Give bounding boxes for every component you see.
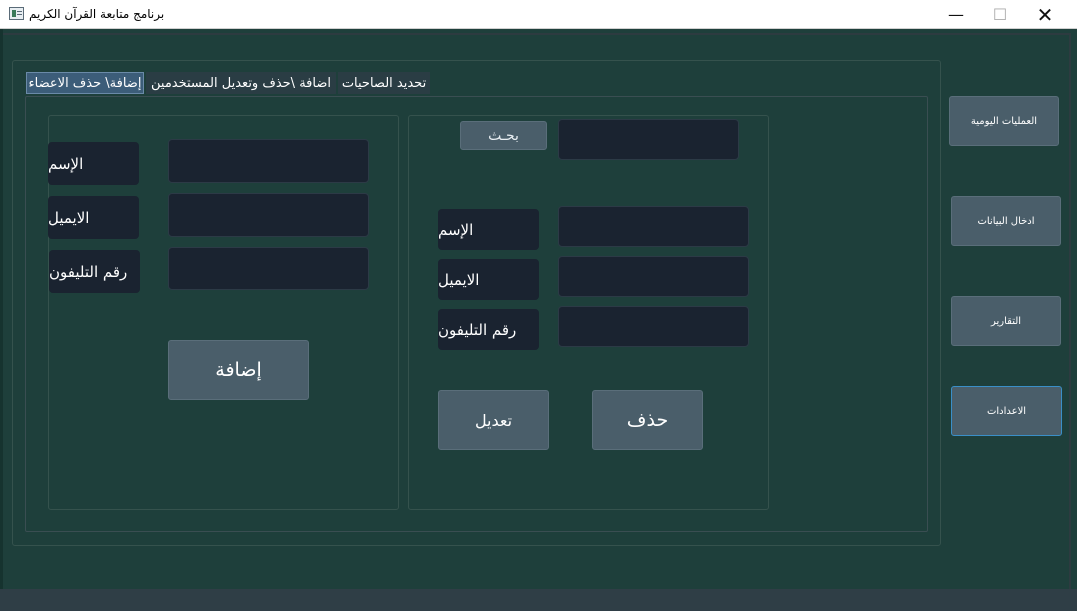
tab-users[interactable]: اضافة \حذف وتعديل المستخدمين (146, 72, 336, 94)
maximize-icon: ☐ (992, 5, 1008, 24)
top-divider (3, 33, 1071, 35)
status-bar (0, 589, 1077, 611)
maximize-button[interactable]: ☐ (977, 0, 1023, 29)
edit-button[interactable]: تعديل (438, 390, 549, 450)
nav-data-entry[interactable]: ادخال البيانات (951, 196, 1061, 246)
left-border (0, 29, 3, 589)
add-email-label: الايميل (48, 196, 139, 239)
search-field[interactable] (558, 119, 739, 160)
close-icon: ✕ (1036, 2, 1054, 27)
title-bar: برنامج متابعة القرآن الكريم — ☐ ✕ (0, 0, 1077, 29)
add-button[interactable]: إضافة (168, 340, 309, 400)
delete-button[interactable]: حذف (592, 390, 703, 450)
minimize-icon: — (948, 5, 964, 24)
app-icon (9, 7, 24, 20)
edit-email-input[interactable] (559, 257, 748, 296)
edit-email-field[interactable] (558, 256, 749, 297)
edit-name-field[interactable] (558, 206, 749, 247)
add-phone-field[interactable] (168, 247, 369, 290)
add-email-field[interactable] (168, 193, 369, 237)
edit-phone-input[interactable] (559, 307, 748, 346)
minimize-button[interactable]: — (933, 0, 979, 29)
window-title: برنامج متابعة القرآن الكريم (29, 7, 165, 21)
right-divider (1069, 33, 1071, 589)
search-input[interactable] (559, 120, 738, 159)
edit-email-label: الايميل (438, 259, 539, 300)
add-name-input[interactable] (169, 140, 368, 182)
add-phone-label: رقم التليفون (49, 250, 140, 293)
close-button[interactable]: ✕ (1022, 0, 1068, 29)
nav-daily-operations[interactable]: العمليات اليومية (949, 96, 1059, 146)
nav-reports[interactable]: التقارير (951, 296, 1061, 346)
nav-settings[interactable]: الاعدادات (951, 386, 1062, 436)
search-button[interactable]: بحـث (460, 121, 547, 150)
edit-phone-field[interactable] (558, 306, 749, 347)
edit-phone-label: رقم التليفون (438, 309, 539, 350)
tab-members[interactable]: إضافة\ حذف الاعضاء (26, 72, 144, 94)
add-name-field[interactable] (168, 139, 369, 183)
edit-name-label: الإسم (438, 209, 539, 250)
add-email-input[interactable] (169, 194, 368, 236)
tab-permissions[interactable]: تحديد الصاحيات (338, 72, 430, 94)
add-name-label: الإسم (48, 142, 139, 185)
edit-name-input[interactable] (559, 207, 748, 246)
add-phone-input[interactable] (169, 248, 368, 289)
